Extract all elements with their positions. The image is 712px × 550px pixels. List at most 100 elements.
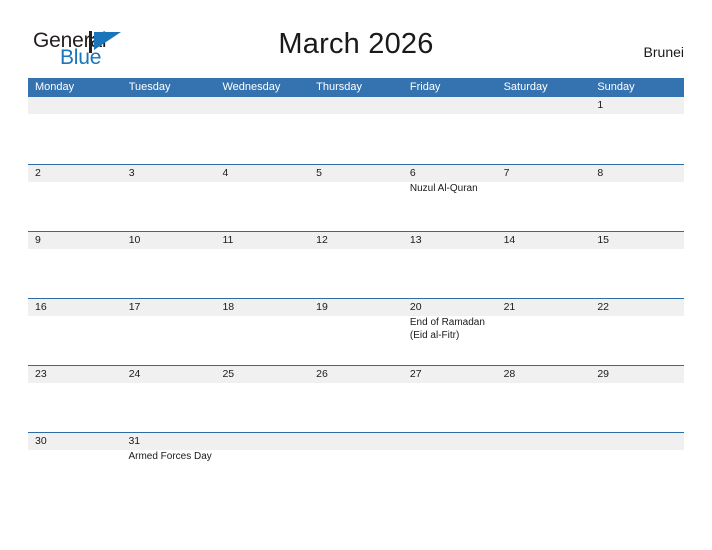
day-cell-empty: [404, 433, 497, 499]
day-cell[interactable]: 26: [309, 366, 403, 432]
day-number: 23: [35, 368, 47, 380]
day-number: [129, 97, 211, 114]
day-cell-empty: [309, 97, 403, 163]
week-cells: 1: [28, 97, 684, 163]
day-number: 28: [503, 368, 516, 380]
day-number: 16: [35, 301, 47, 313]
calendar-grid: Monday Tuesday Wednesday Thursday Friday…: [28, 78, 684, 499]
day-cell-empty: [217, 433, 310, 499]
calendar-week-row: 23 24 25 26 27 28 29: [28, 365, 684, 432]
day-cell[interactable]: 31 Armed Forces Day: [121, 433, 216, 499]
calendar-week-row: 16 17 18 19 20 End of Ramadan (Eid al-Fitr) 21 2…: [28, 298, 684, 365]
day-cell-empty: [215, 97, 309, 163]
day-cell[interactable]: 15: [590, 232, 684, 298]
day-number: 31: [128, 435, 141, 447]
weekday-header-saturday: Saturday: [503, 81, 548, 93]
day-cell[interactable]: 16: [28, 299, 122, 365]
day-number: 2: [35, 167, 41, 179]
calendar-week-row: 1: [28, 97, 684, 164]
day-cell[interactable]: 28: [497, 366, 591, 432]
day-number: [504, 433, 585, 450]
holiday-label: Nuzul Al-Quran: [409, 183, 478, 194]
calendar-week-row: 30 31 Armed Forces Day: [28, 432, 684, 499]
day-cell[interactable]: 19: [309, 299, 403, 365]
day-cell[interactable]: 5: [309, 165, 403, 231]
day-cell[interactable]: 12: [309, 232, 403, 298]
weekday-header-thursday: Thursday: [316, 81, 363, 93]
day-cell[interactable]: 25: [215, 366, 309, 432]
day-cell[interactable]: 21: [497, 299, 591, 365]
day-number: 4: [222, 167, 229, 179]
day-number: 18: [222, 301, 235, 313]
page-header: General Blue March 2026 Brunei: [0, 0, 712, 78]
day-number: [35, 97, 117, 114]
weekday-header-monday: Monday: [35, 81, 75, 93]
day-cell-empty: [122, 97, 216, 163]
day-number: 7: [503, 167, 510, 179]
weekday-header-row: Monday Tuesday Wednesday Thursday Friday…: [28, 78, 684, 97]
day-cell[interactable]: 22: [590, 299, 684, 365]
week-cells: 16 17 18 19 20 End of Ramadan (Eid al-Fitr) 21 2…: [28, 299, 684, 365]
day-cell[interactable]: 2: [28, 165, 122, 231]
day-cell[interactable]: 6 Nuzul Al-Quran: [403, 165, 497, 231]
day-number: 3: [128, 167, 135, 179]
day-cell[interactable]: 11: [215, 232, 309, 298]
page-title: March 2026: [278, 28, 434, 60]
day-cell[interactable]: 17: [122, 299, 216, 365]
day-number: 27: [409, 368, 422, 380]
day-events: Armed Forces Day: [128, 450, 211, 464]
day-cell[interactable]: 10: [122, 232, 216, 298]
day-cell[interactable]: 9: [28, 232, 122, 298]
calendar-weeks: 1 2 3 4 5 6 Nuzul Al-Quran 7 8 9 10 11 12 13 14 15 16 17 1…: [28, 97, 684, 499]
day-cell[interactable]: 13: [403, 232, 497, 298]
day-cell-empty: [310, 433, 403, 499]
day-cell[interactable]: 18: [215, 299, 309, 365]
day-number: 17: [128, 301, 141, 313]
day-cell[interactable]: 8: [590, 165, 684, 231]
calendar-page: General Blue March 2026 Brunei Monday Tu…: [0, 0, 712, 550]
day-cell[interactable]: 1: [590, 97, 684, 163]
day-cell[interactable]: 29: [590, 366, 684, 432]
day-number: [504, 97, 586, 114]
day-number: [222, 97, 304, 114]
weekday-header-tuesday: Tuesday: [128, 81, 171, 93]
day-number: [410, 97, 492, 114]
day-cell[interactable]: 24: [122, 366, 216, 432]
day-events: End of Ramadan (Eid al-Fitr): [410, 316, 492, 342]
day-number: 8: [597, 167, 604, 179]
day-cell-empty: [497, 433, 590, 499]
day-number: 5: [316, 167, 322, 179]
day-number: 29: [597, 368, 609, 380]
calendar-week-row: 2 3 4 5 6 Nuzul Al-Quran 7 8: [28, 164, 684, 231]
day-number: 30: [35, 435, 47, 447]
day-cell[interactable]: 7: [497, 165, 591, 231]
day-number: 21: [503, 301, 516, 313]
day-number: 24: [128, 368, 141, 380]
week-cells: 23 24 25 26 27 28 29: [28, 366, 684, 432]
day-number: 13: [409, 234, 422, 246]
day-number: 1: [597, 99, 604, 111]
day-number: 25: [222, 368, 235, 380]
day-number: 6: [409, 167, 416, 179]
day-cell[interactable]: 14: [497, 232, 591, 298]
week-cells: 30 31 Armed Forces Day: [28, 433, 684, 499]
day-cell[interactable]: 30: [28, 433, 121, 499]
day-number: 12: [316, 234, 328, 246]
week-cells: 9 10 11 12 13 14 15: [28, 232, 684, 298]
day-number: [411, 433, 492, 450]
day-cell[interactable]: 4: [215, 165, 309, 231]
day-number: 22: [597, 301, 609, 313]
day-number: 9: [35, 234, 41, 246]
day-events: Nuzul Al-Quran: [410, 182, 492, 196]
day-number: 20: [409, 301, 422, 313]
weekday-header-friday: Friday: [409, 81, 441, 93]
holiday-label: Armed Forces Day: [128, 451, 212, 462]
day-number: [598, 433, 679, 450]
day-number: 26: [316, 368, 328, 380]
day-cell[interactable]: 23: [28, 366, 122, 432]
week-cells: 2 3 4 5 6 Nuzul Al-Quran 7 8: [28, 165, 684, 231]
day-cell[interactable]: 20 End of Ramadan (Eid al-Fitr): [403, 299, 497, 365]
day-cell[interactable]: 3: [122, 165, 216, 231]
country-label: Brunei: [643, 44, 684, 60]
day-cell[interactable]: 27: [403, 366, 497, 432]
